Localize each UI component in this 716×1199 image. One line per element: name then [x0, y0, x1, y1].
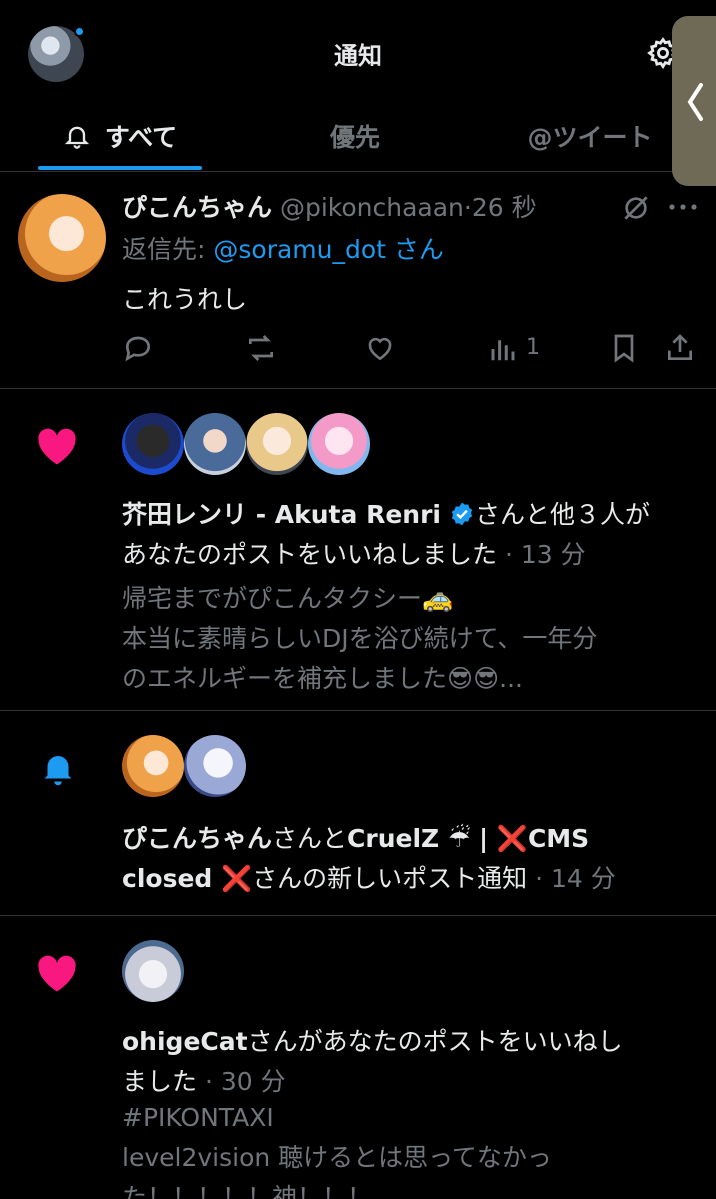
header: 通知 すべて 優先 @ツイート — [0, 0, 716, 186]
notification-text: さんの新しいポスト通知 — [252, 864, 528, 893]
actor-avatar[interactable] — [122, 413, 184, 475]
reply-prefix: 返信先: — [122, 235, 214, 264]
repost-icon[interactable] — [244, 332, 278, 364]
tab-label: 優先 — [329, 123, 380, 152]
actor-name[interactable]: ohigeCat — [122, 1027, 248, 1056]
notification-like[interactable]: ohigeCatさんがあなたのポストをいいねし ました · 30 分 #PIKO… — [0, 916, 716, 1199]
page-title: 通知 — [334, 42, 382, 70]
bell-icon — [64, 126, 90, 149]
reply-to-link[interactable]: @soramu_dot — [213, 235, 386, 264]
actor-name[interactable]: 芥田レンリ - Akuta Renri — [122, 500, 441, 529]
tweet-body: これうれし — [122, 285, 248, 314]
tweet-time: ·26 秒 — [463, 193, 537, 222]
notification-new-post[interactable]: ぴこんちゃんさんとCruelZ ☔ | ❌CMS closed ❌さんの新しいポ… — [0, 711, 716, 916]
tab-all[interactable]: すべて — [30, 100, 210, 172]
notification-time: · 13 分 — [497, 540, 586, 569]
tab-label: @ツイート — [527, 123, 653, 152]
tab-bar: すべて 優先 @ツイート — [0, 100, 716, 172]
verified-badge-icon — [451, 502, 473, 526]
tweet-item[interactable]: ぴこんちゃん @pikonchaaan·26 秒 返信先: @soramu_do… — [0, 172, 716, 389]
actor-name[interactable]: closed ❌ — [122, 864, 252, 893]
heart-icon — [38, 428, 76, 465]
more-icon[interactable] — [668, 200, 698, 214]
notification-time: · 14 分 — [527, 864, 616, 893]
actor-name[interactable]: CruelZ ☔ | ❌CMS — [347, 824, 589, 853]
notification-text: ました — [122, 1067, 198, 1096]
heart-icon — [38, 955, 76, 992]
tab-priority[interactable]: 優先 — [270, 100, 440, 172]
tweet-author-name[interactable]: ぴこんちゃん — [122, 193, 272, 222]
views-count: 1 — [526, 335, 540, 360]
tab-label: すべて — [104, 123, 178, 152]
tab-mentions[interactable]: @ツイート — [500, 100, 680, 172]
notification-like[interactable]: 芥田レンリ - Akuta Renri さんと他３人が あなたのポストをいいねし… — [0, 389, 716, 711]
share-icon[interactable] — [664, 332, 696, 364]
like-icon[interactable] — [364, 332, 396, 364]
post-preview: のエネルギーを補充しました😎😎... — [122, 664, 523, 693]
actor-avatar[interactable] — [308, 413, 370, 475]
post-preview: た！！！！！神！！！ — [122, 1183, 373, 1199]
notification-text: さんと — [272, 824, 348, 853]
active-tab-indicator — [38, 166, 202, 170]
actor-avatar[interactable] — [184, 735, 246, 797]
views-icon[interactable] — [488, 334, 518, 364]
notification-text: さんがあなたのポストをいいねし — [247, 1027, 623, 1056]
notification-time: · 30 分 — [197, 1067, 286, 1096]
bookmark-icon[interactable] — [608, 332, 640, 364]
actor-name[interactable]: ぴこんちゃん — [122, 824, 272, 853]
actor-avatar[interactable] — [122, 940, 184, 1002]
grok-icon[interactable] — [620, 192, 652, 224]
notification-text: あなたのポストをいいねしました — [122, 540, 498, 569]
post-preview: 帰宅までがぴこんタクシー🚕 — [122, 584, 454, 613]
actor-avatar[interactable] — [246, 413, 308, 475]
actor-avatar[interactable] — [184, 413, 246, 475]
tweet-handle: @pikonchaaan — [279, 193, 464, 222]
post-preview: level2vision 聴けるとは思ってなかっ — [122, 1143, 552, 1172]
post-preview: 本当に素晴らしいDJを浴び続けて、一年分 — [122, 624, 598, 653]
notification-text: さんと他３人が — [474, 500, 650, 529]
reply-suffix: さん — [385, 235, 444, 264]
actor-avatar[interactable] — [122, 735, 184, 797]
tweet-avatar[interactable] — [18, 194, 106, 282]
bell-icon — [44, 756, 72, 786]
reply-icon[interactable] — [122, 332, 154, 364]
post-preview: #PIKONTAXI — [122, 1103, 274, 1132]
